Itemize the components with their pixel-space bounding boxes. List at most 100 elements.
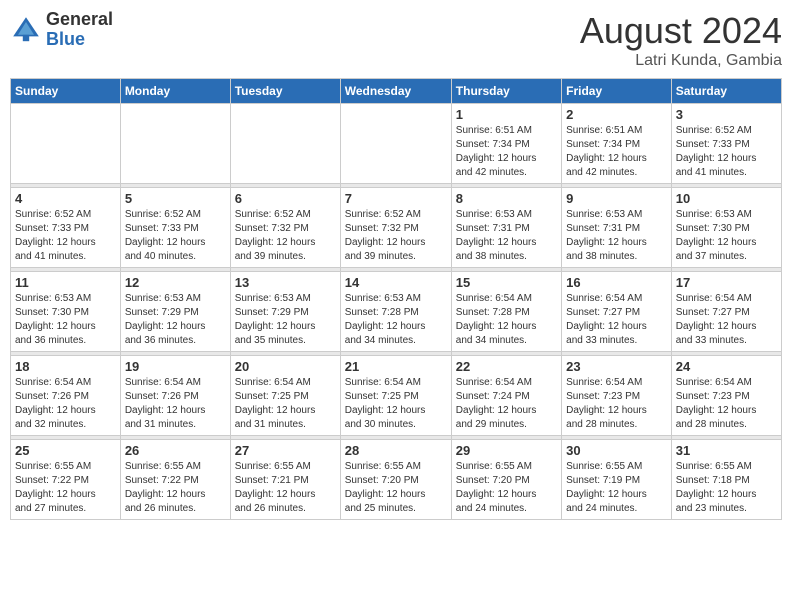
day-info: Sunrise: 6:55 AM Sunset: 7:22 PM Dayligh… [15, 460, 116, 516]
day-info: Sunrise: 6:52 AM Sunset: 7:33 PM Dayligh… [676, 124, 777, 180]
calendar-cell: 4 Sunrise: 6:52 AM Sunset: 7:33 PM Daylig… [11, 188, 121, 268]
day-info: Sunrise: 6:51 AM Sunset: 7:34 PM Dayligh… [566, 124, 667, 180]
day-header-friday: Friday [562, 79, 672, 104]
calendar-cell: 23 Sunrise: 6:54 AM Sunset: 7:23 PM Dayli… [562, 356, 672, 436]
day-info: Sunrise: 6:54 AM Sunset: 7:27 PM Dayligh… [566, 292, 667, 348]
page-header: General Blue August 2024 Latri Kunda, Ga… [10, 10, 782, 70]
day-number: 20 [235, 359, 336, 374]
calendar-cell: 14Sunrise: 6:53 AM Sunset: 7:28 PM Dayli… [340, 272, 451, 352]
calendar-cell: 24Sunrise: 6:54 AM Sunset: 7:23 PM Dayli… [671, 356, 781, 436]
day-info: Sunrise: 6:53 AM Sunset: 7:30 PM Dayligh… [15, 292, 116, 348]
calendar-cell: 7 Sunrise: 6:52 AM Sunset: 7:32 PM Daylig… [340, 188, 451, 268]
day-number: 21 [345, 359, 447, 374]
day-header-tuesday: Tuesday [230, 79, 340, 104]
day-info: Sunrise: 6:53 AM Sunset: 7:29 PM Dayligh… [235, 292, 336, 348]
calendar-cell: 30 Sunrise: 6:55 AM Sunset: 7:19 PM Dayli… [562, 440, 672, 520]
day-number: 25 [15, 443, 116, 458]
day-info: Sunrise: 6:54 AM Sunset: 7:27 PM Dayligh… [676, 292, 777, 348]
calendar-week-row: 4 Sunrise: 6:52 AM Sunset: 7:33 PM Daylig… [11, 188, 782, 268]
calendar-week-row: 11 Sunrise: 6:53 AM Sunset: 7:30 PM Dayli… [11, 272, 782, 352]
calendar-cell: 22 Sunrise: 6:54 AM Sunset: 7:24 PM Dayli… [451, 356, 561, 436]
month-year-title: August 2024 [580, 10, 782, 52]
calendar-cell [230, 104, 340, 184]
calendar-cell [340, 104, 451, 184]
day-info: Sunrise: 6:52 AM Sunset: 7:32 PM Dayligh… [345, 208, 447, 264]
logo: General Blue [10, 10, 113, 50]
day-number: 7 [345, 191, 447, 206]
day-info: Sunrise: 6:53 AM Sunset: 7:28 PM Dayligh… [345, 292, 447, 348]
day-number: 13 [235, 275, 336, 290]
calendar-cell: 5Sunrise: 6:52 AM Sunset: 7:33 PM Daylig… [120, 188, 230, 268]
day-number: 1 [456, 107, 557, 122]
day-info: Sunrise: 6:52 AM Sunset: 7:33 PM Dayligh… [15, 208, 116, 264]
day-info: Sunrise: 6:55 AM Sunset: 7:21 PM Dayligh… [235, 460, 336, 516]
day-number: 28 [345, 443, 447, 458]
calendar-cell: 25 Sunrise: 6:55 AM Sunset: 7:22 PM Dayli… [11, 440, 121, 520]
title-block: August 2024 Latri Kunda, Gambia [580, 10, 782, 70]
day-info: Sunrise: 6:53 AM Sunset: 7:31 PM Dayligh… [566, 208, 667, 264]
day-number: 23 [566, 359, 667, 374]
day-number: 17 [676, 275, 777, 290]
day-header-sunday: Sunday [11, 79, 121, 104]
day-info: Sunrise: 6:52 AM Sunset: 7:33 PM Dayligh… [125, 208, 226, 264]
calendar-cell: 21 Sunrise: 6:54 AM Sunset: 7:25 PM Dayli… [340, 356, 451, 436]
day-number: 4 [15, 191, 116, 206]
day-number: 22 [456, 359, 557, 374]
calendar-week-row: 25 Sunrise: 6:55 AM Sunset: 7:22 PM Dayli… [11, 440, 782, 520]
calendar-cell: 8 Sunrise: 6:53 AM Sunset: 7:31 PM Daylig… [451, 188, 561, 268]
day-info: Sunrise: 6:53 AM Sunset: 7:30 PM Dayligh… [676, 208, 777, 264]
calendar-cell: 6Sunrise: 6:52 AM Sunset: 7:32 PM Daylig… [230, 188, 340, 268]
day-info: Sunrise: 6:55 AM Sunset: 7:20 PM Dayligh… [456, 460, 557, 516]
calendar-cell: 11 Sunrise: 6:53 AM Sunset: 7:30 PM Dayli… [11, 272, 121, 352]
calendar-week-row: 18Sunrise: 6:54 AM Sunset: 7:26 PM Dayli… [11, 356, 782, 436]
calendar-header-row: SundayMondayTuesdayWednesdayThursdayFrid… [11, 79, 782, 104]
day-info: Sunrise: 6:53 AM Sunset: 7:31 PM Dayligh… [456, 208, 557, 264]
calendar-cell: 16 Sunrise: 6:54 AM Sunset: 7:27 PM Dayli… [562, 272, 672, 352]
day-number: 19 [125, 359, 226, 374]
calendar-cell [11, 104, 121, 184]
calendar-cell: 10 Sunrise: 6:53 AM Sunset: 7:30 PM Dayli… [671, 188, 781, 268]
day-header-wednesday: Wednesday [340, 79, 451, 104]
day-number: 11 [15, 275, 116, 290]
calendar-cell: 18Sunrise: 6:54 AM Sunset: 7:26 PM Dayli… [11, 356, 121, 436]
day-info: Sunrise: 6:55 AM Sunset: 7:19 PM Dayligh… [566, 460, 667, 516]
calendar-table: SundayMondayTuesdayWednesdayThursdayFrid… [10, 78, 782, 520]
day-info: Sunrise: 6:54 AM Sunset: 7:24 PM Dayligh… [456, 376, 557, 432]
logo-blue-text: Blue [46, 30, 113, 50]
day-header-monday: Monday [120, 79, 230, 104]
day-info: Sunrise: 6:53 AM Sunset: 7:29 PM Dayligh… [125, 292, 226, 348]
calendar-cell: 1 Sunrise: 6:51 AM Sunset: 7:34 PM Daylig… [451, 104, 561, 184]
day-number: 12 [125, 275, 226, 290]
day-info: Sunrise: 6:54 AM Sunset: 7:23 PM Dayligh… [566, 376, 667, 432]
day-number: 2 [566, 107, 667, 122]
day-info: Sunrise: 6:54 AM Sunset: 7:26 PM Dayligh… [125, 376, 226, 432]
day-number: 30 [566, 443, 667, 458]
calendar-cell: 28Sunrise: 6:55 AM Sunset: 7:20 PM Dayli… [340, 440, 451, 520]
day-info: Sunrise: 6:51 AM Sunset: 7:34 PM Dayligh… [456, 124, 557, 180]
day-number: 27 [235, 443, 336, 458]
calendar-cell: 15 Sunrise: 6:54 AM Sunset: 7:28 PM Dayli… [451, 272, 561, 352]
day-number: 16 [566, 275, 667, 290]
calendar-cell: 27 Sunrise: 6:55 AM Sunset: 7:21 PM Dayli… [230, 440, 340, 520]
day-number: 3 [676, 107, 777, 122]
calendar-cell: 17 Sunrise: 6:54 AM Sunset: 7:27 PM Dayli… [671, 272, 781, 352]
day-info: Sunrise: 6:55 AM Sunset: 7:22 PM Dayligh… [125, 460, 226, 516]
calendar-cell: 31Sunrise: 6:55 AM Sunset: 7:18 PM Dayli… [671, 440, 781, 520]
logo-icon [10, 14, 42, 46]
calendar-cell: 12 Sunrise: 6:53 AM Sunset: 7:29 PM Dayli… [120, 272, 230, 352]
day-info: Sunrise: 6:54 AM Sunset: 7:25 PM Dayligh… [235, 376, 336, 432]
day-number: 10 [676, 191, 777, 206]
calendar-cell: 9Sunrise: 6:53 AM Sunset: 7:31 PM Daylig… [562, 188, 672, 268]
day-info: Sunrise: 6:54 AM Sunset: 7:25 PM Dayligh… [345, 376, 447, 432]
day-number: 24 [676, 359, 777, 374]
calendar-cell: 3 Sunrise: 6:52 AM Sunset: 7:33 PM Daylig… [671, 104, 781, 184]
day-number: 26 [125, 443, 226, 458]
day-number: 8 [456, 191, 557, 206]
day-header-saturday: Saturday [671, 79, 781, 104]
day-number: 15 [456, 275, 557, 290]
day-info: Sunrise: 6:55 AM Sunset: 7:18 PM Dayligh… [676, 460, 777, 516]
calendar-cell: 29Sunrise: 6:55 AM Sunset: 7:20 PM Dayli… [451, 440, 561, 520]
calendar-cell: 20 Sunrise: 6:54 AM Sunset: 7:25 PM Dayli… [230, 356, 340, 436]
logo-general-text: General [46, 10, 113, 30]
day-info: Sunrise: 6:54 AM Sunset: 7:28 PM Dayligh… [456, 292, 557, 348]
